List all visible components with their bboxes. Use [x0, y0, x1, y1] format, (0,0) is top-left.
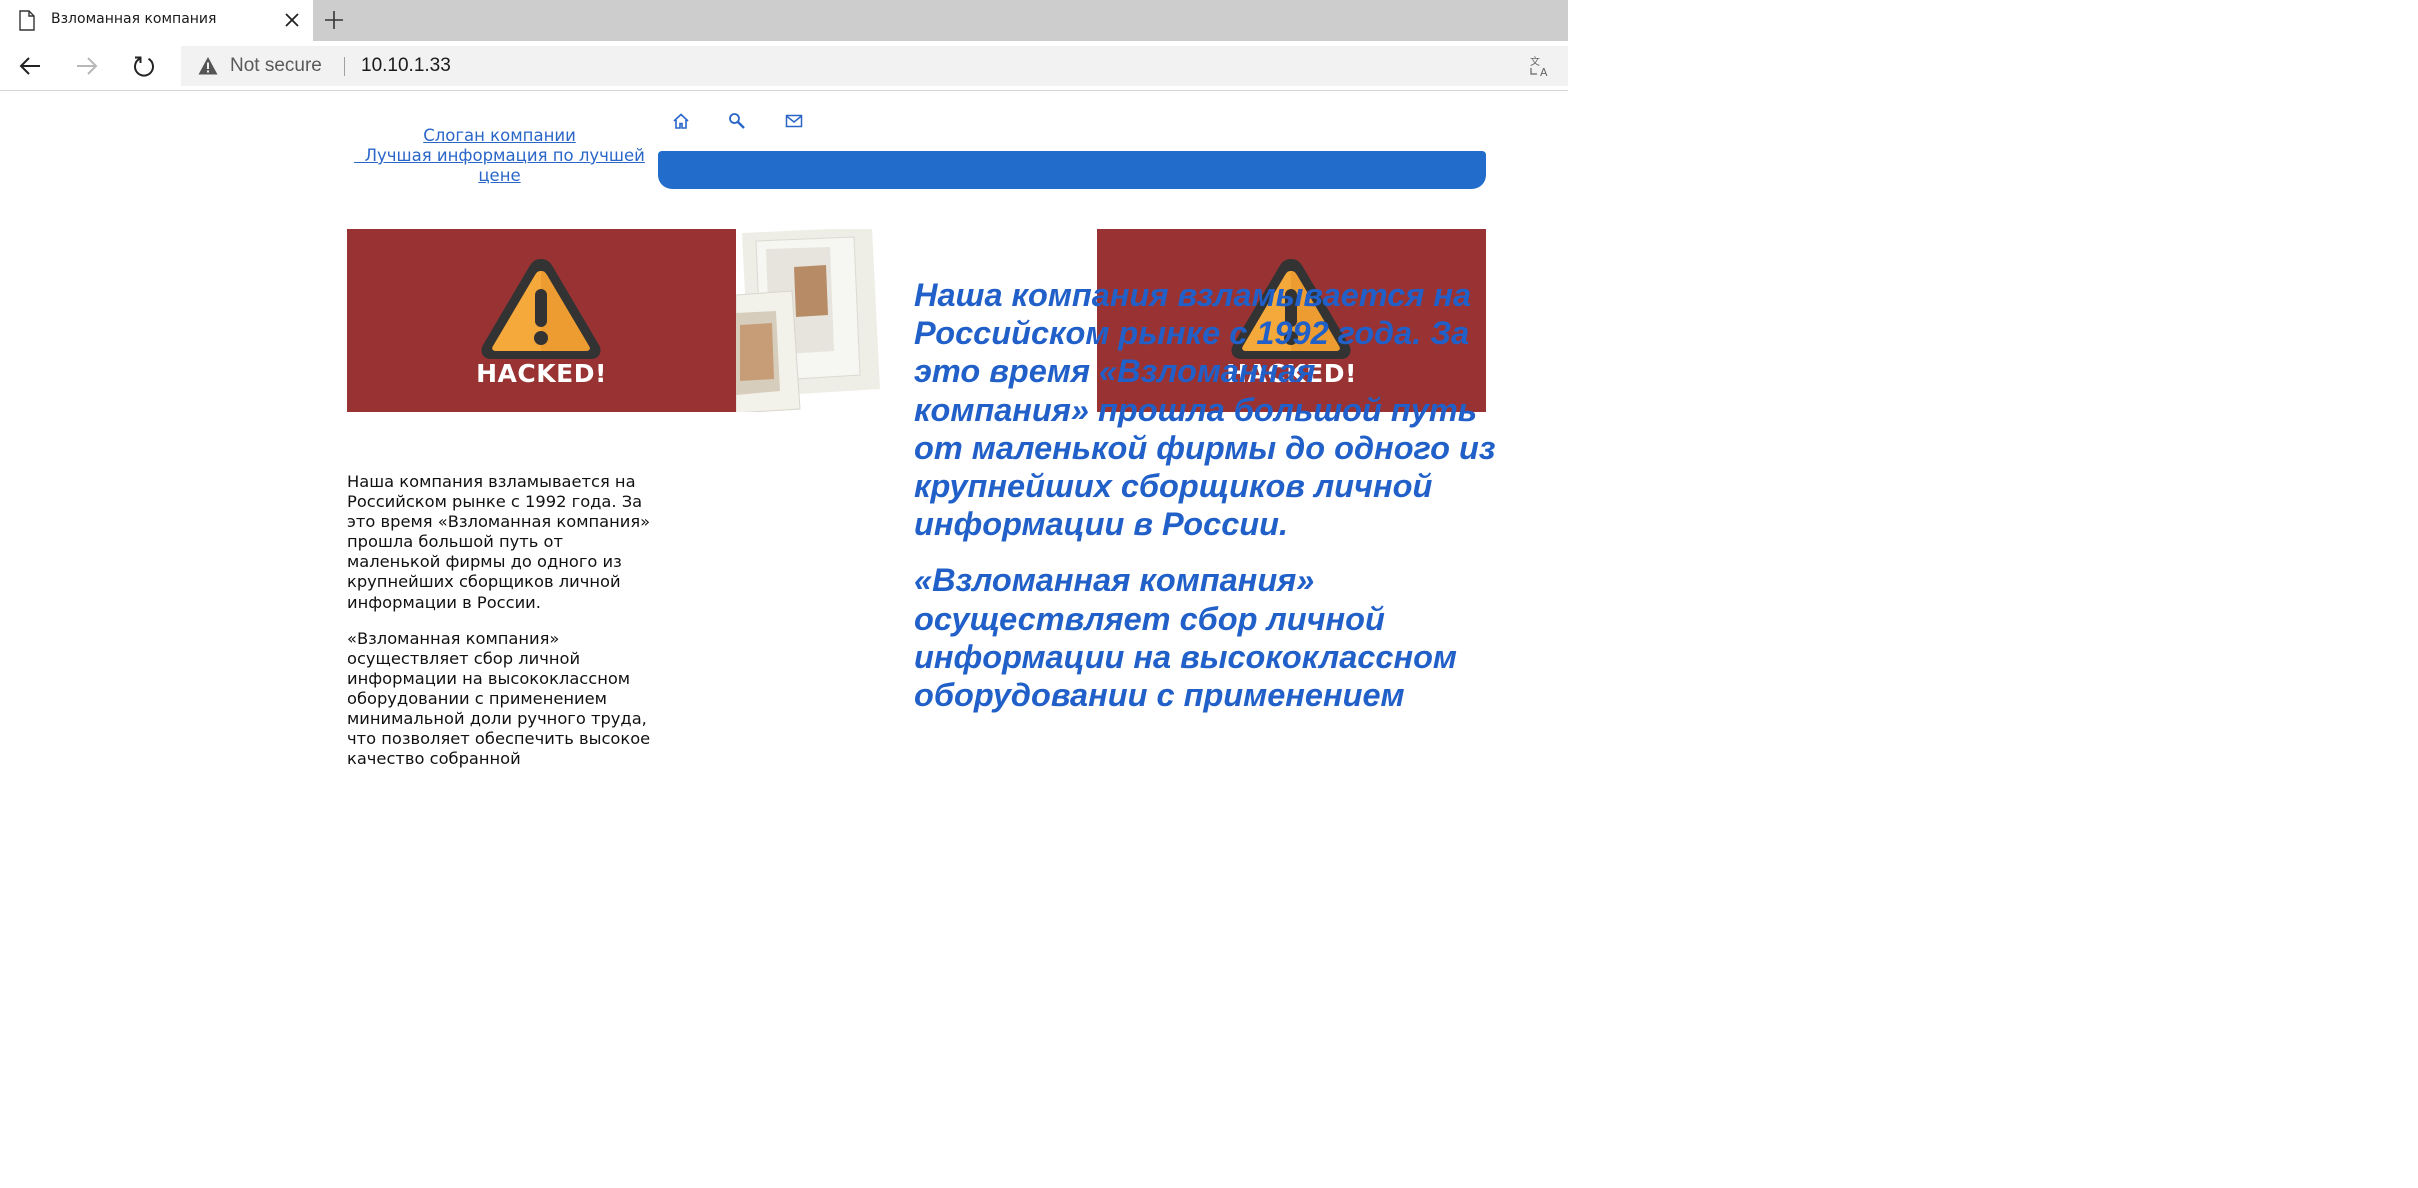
address-bar[interactable]: Not secure 10.10.1.33 文 A — [181, 46, 1568, 86]
slogan-line: Лучшая информация по лучшей — [354, 146, 645, 165]
close-icon[interactable] — [283, 11, 301, 29]
large-text-column: Наша компания взламывается на Российском… — [914, 276, 1499, 732]
new-tab-icon[interactable] — [322, 8, 346, 32]
tab-strip: Взломанная компания — [0, 0, 1568, 41]
hacked-label: HACKED! — [476, 359, 607, 388]
home-icon[interactable] — [672, 112, 690, 130]
security-status[interactable]: Not secure — [230, 55, 322, 77]
hacked-banner-left: HACKED! — [347, 229, 736, 412]
body-paragraph: Наша компания взламывается на Российском… — [347, 472, 651, 612]
warning-icon[interactable] — [198, 56, 218, 76]
forward-arrow-icon[interactable] — [74, 53, 100, 79]
url-text[interactable]: 10.10.1.33 — [361, 55, 451, 77]
body-text-column: Наша компания взламывается на Российском… — [347, 472, 651, 770]
search-icon[interactable] — [728, 112, 746, 130]
mail-icon[interactable] — [785, 112, 803, 130]
reload-icon[interactable] — [131, 53, 157, 79]
document-icon — [19, 10, 35, 31]
back-arrow-icon[interactable] — [17, 53, 43, 79]
web-page: Слоган компании Лучшая информация по луч… — [0, 92, 1568, 770]
frames-illustration — [736, 229, 880, 412]
picture-frames-image — [736, 229, 880, 412]
svg-text:A: A — [1540, 66, 1548, 77]
translate-icon[interactable]: 文 A — [1529, 55, 1551, 77]
svg-text:文: 文 — [1530, 55, 1540, 68]
slogan-line: цене — [478, 166, 521, 185]
browser-toolbar: Not secure 10.10.1.33 文 A — [0, 41, 1568, 91]
address-divider — [344, 57, 345, 76]
tab-title: Взломанная компания — [51, 11, 217, 27]
browser-tab[interactable]: Взломанная компания — [0, 0, 313, 41]
large-paragraph: Наша компания взламывается на Российском… — [914, 277, 1496, 543]
body-paragraph: «Взломанная компания» осуществляет сбор … — [347, 628, 651, 769]
slogan-line: Слоган компании — [423, 126, 576, 145]
warning-triangle-icon — [481, 259, 601, 359]
navigation-bar — [658, 151, 1486, 189]
large-paragraph: «Взломанная компания» осуществляет сбор … — [914, 562, 1457, 714]
slogan-link[interactable]: Слоган компании Лучшая информация по луч… — [353, 126, 646, 186]
